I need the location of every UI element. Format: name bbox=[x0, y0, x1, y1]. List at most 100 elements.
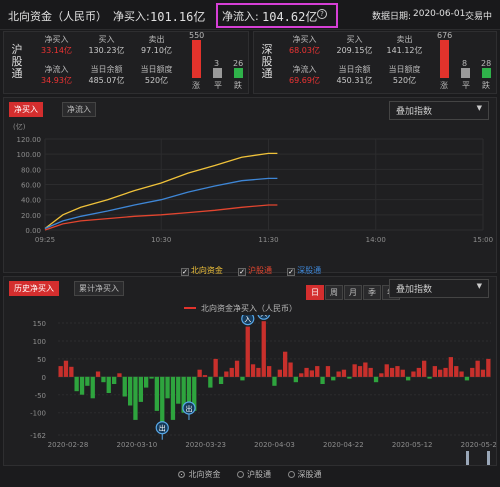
y-tick-label: -162 bbox=[30, 432, 46, 440]
x-tick-label: 2020-03-10 bbox=[116, 441, 157, 449]
x-tick-label: 2020-05-12 bbox=[392, 441, 433, 449]
y-tick-label: 150 bbox=[33, 320, 46, 328]
bar bbox=[122, 376, 127, 397]
period-month[interactable]: 月 bbox=[344, 285, 362, 300]
radio-icon bbox=[237, 471, 244, 478]
range-handle-right[interactable] bbox=[487, 451, 490, 465]
bar bbox=[74, 376, 79, 392]
bar bbox=[357, 366, 363, 377]
bar bbox=[138, 376, 143, 402]
y-axis-unit: (亿) bbox=[13, 122, 26, 131]
hgt-up-count: 550 bbox=[189, 31, 205, 40]
sgt-down-label: 跌 bbox=[482, 81, 490, 90]
radio-hgt[interactable]: 沪股通 bbox=[237, 470, 271, 479]
sgt-down-bar bbox=[482, 68, 491, 78]
bar bbox=[170, 376, 176, 420]
sgt-flat-label: 平 bbox=[462, 81, 470, 90]
inflow-marker-icon: 入 bbox=[241, 315, 255, 326]
intraday-line-chart: (亿) 0.00 20.00 40.00 60.00 80.00 100.00 120.00 0… bbox=[13, 122, 493, 244]
hgt-quota-label: 当日额度 bbox=[140, 65, 173, 74]
bar bbox=[154, 376, 159, 411]
bar bbox=[117, 373, 122, 377]
bar bbox=[95, 371, 101, 377]
bar bbox=[309, 370, 314, 377]
hgt-balance: 485.07亿 bbox=[88, 76, 125, 85]
radio-sgt[interactable]: 深股通 bbox=[287, 470, 322, 479]
radio-north[interactable]: 北向资金 bbox=[178, 470, 220, 479]
tab-net-inflow[interactable]: 净流入 bbox=[62, 102, 96, 117]
hgt-quota: 520亿 bbox=[144, 76, 169, 85]
hgt-name: 沪股通 bbox=[11, 43, 23, 80]
bar bbox=[443, 367, 448, 377]
bar bbox=[202, 375, 208, 377]
bar bbox=[331, 376, 336, 381]
range-handle-left[interactable] bbox=[466, 451, 469, 465]
bar bbox=[320, 376, 325, 384]
x-tick-label: 10:30 bbox=[151, 236, 171, 244]
sgt-up-count: 676 bbox=[437, 31, 453, 40]
y-tick-label: -100 bbox=[30, 410, 46, 418]
bar bbox=[304, 367, 309, 377]
tab-history-net-buy[interactable]: 历史净买入 bbox=[9, 281, 59, 296]
tab-net-buy[interactable]: 净买入 bbox=[9, 102, 43, 117]
x-tick-label: 2020-04-22 bbox=[323, 441, 364, 449]
x-tick-label: 15:00 bbox=[473, 236, 493, 244]
history-overlay-select[interactable]: 叠加指数 ▼ bbox=[389, 279, 489, 298]
bar bbox=[128, 376, 133, 406]
y-tick-label: 80.00 bbox=[21, 166, 41, 174]
bar bbox=[363, 362, 368, 377]
bar bbox=[224, 371, 229, 377]
sgt-net-inflow-label: 净流入 bbox=[292, 65, 317, 74]
x-tick-label: 2020-04-03 bbox=[254, 441, 295, 449]
bar bbox=[267, 366, 272, 377]
bar bbox=[197, 369, 202, 377]
history-radio-group: 北向资金 沪股通 深股通 bbox=[0, 469, 500, 480]
hgt-net-inflow-label: 净流入 bbox=[44, 65, 69, 74]
sgt-up-label: 涨 bbox=[440, 81, 448, 90]
bar bbox=[245, 326, 250, 377]
hgt-balance-label: 当日余额 bbox=[90, 65, 123, 74]
overlay-index-label: 叠加指数 bbox=[396, 107, 433, 117]
bar bbox=[63, 360, 69, 377]
bar bbox=[218, 376, 224, 384]
bar bbox=[144, 376, 149, 388]
hgt-down-bar bbox=[234, 68, 243, 78]
bar bbox=[101, 376, 106, 383]
bar bbox=[448, 357, 453, 377]
period-week[interactable]: 周 bbox=[325, 285, 343, 300]
legend-north[interactable]: ✓ 北向资金 bbox=[180, 266, 223, 276]
sgt-net-buy-label: 净买入 bbox=[292, 35, 317, 44]
bar bbox=[368, 367, 373, 377]
bar bbox=[389, 367, 395, 377]
bar bbox=[277, 369, 282, 377]
hgt-down-count: 26 bbox=[233, 59, 244, 68]
chevron-down-icon: ▼ bbox=[476, 282, 482, 290]
bar bbox=[336, 371, 341, 377]
date-label: 数据日期: bbox=[372, 12, 412, 22]
bar bbox=[213, 358, 218, 377]
bar bbox=[470, 367, 475, 377]
y-tick-label: -50 bbox=[35, 392, 46, 400]
sgt-sell: 141.12亿 bbox=[386, 46, 423, 55]
hgt-flat-bar bbox=[213, 68, 222, 78]
bar bbox=[176, 376, 181, 404]
marker-label: 出 bbox=[159, 424, 166, 433]
y-tick-label: 50 bbox=[37, 356, 46, 364]
sgt-buy: 209.15亿 bbox=[336, 46, 373, 55]
tab-cumulative-net-buy[interactable]: 累计净买入 bbox=[74, 281, 124, 296]
period-day[interactable]: 日 bbox=[306, 285, 324, 300]
legend-sgt[interactable]: ✓ 深股通 bbox=[287, 266, 321, 276]
legend-hgt[interactable]: ✓ 沪股通 bbox=[238, 266, 272, 276]
date-value: 2020-06-01 bbox=[413, 9, 466, 19]
marker-label: 出 bbox=[185, 404, 192, 413]
x-tick-label: 2020-03-23 bbox=[185, 441, 226, 449]
bar bbox=[427, 376, 432, 379]
bar bbox=[69, 366, 74, 377]
bar bbox=[79, 376, 85, 395]
trade-status: 交易中 bbox=[465, 12, 493, 22]
bar bbox=[416, 367, 421, 377]
sgt-quota: 520亿 bbox=[392, 76, 417, 85]
period-quarter[interactable]: 季 bbox=[363, 285, 381, 300]
hgt-sell-label: 卖出 bbox=[148, 35, 165, 44]
y-tick-label: 0.00 bbox=[25, 227, 41, 235]
